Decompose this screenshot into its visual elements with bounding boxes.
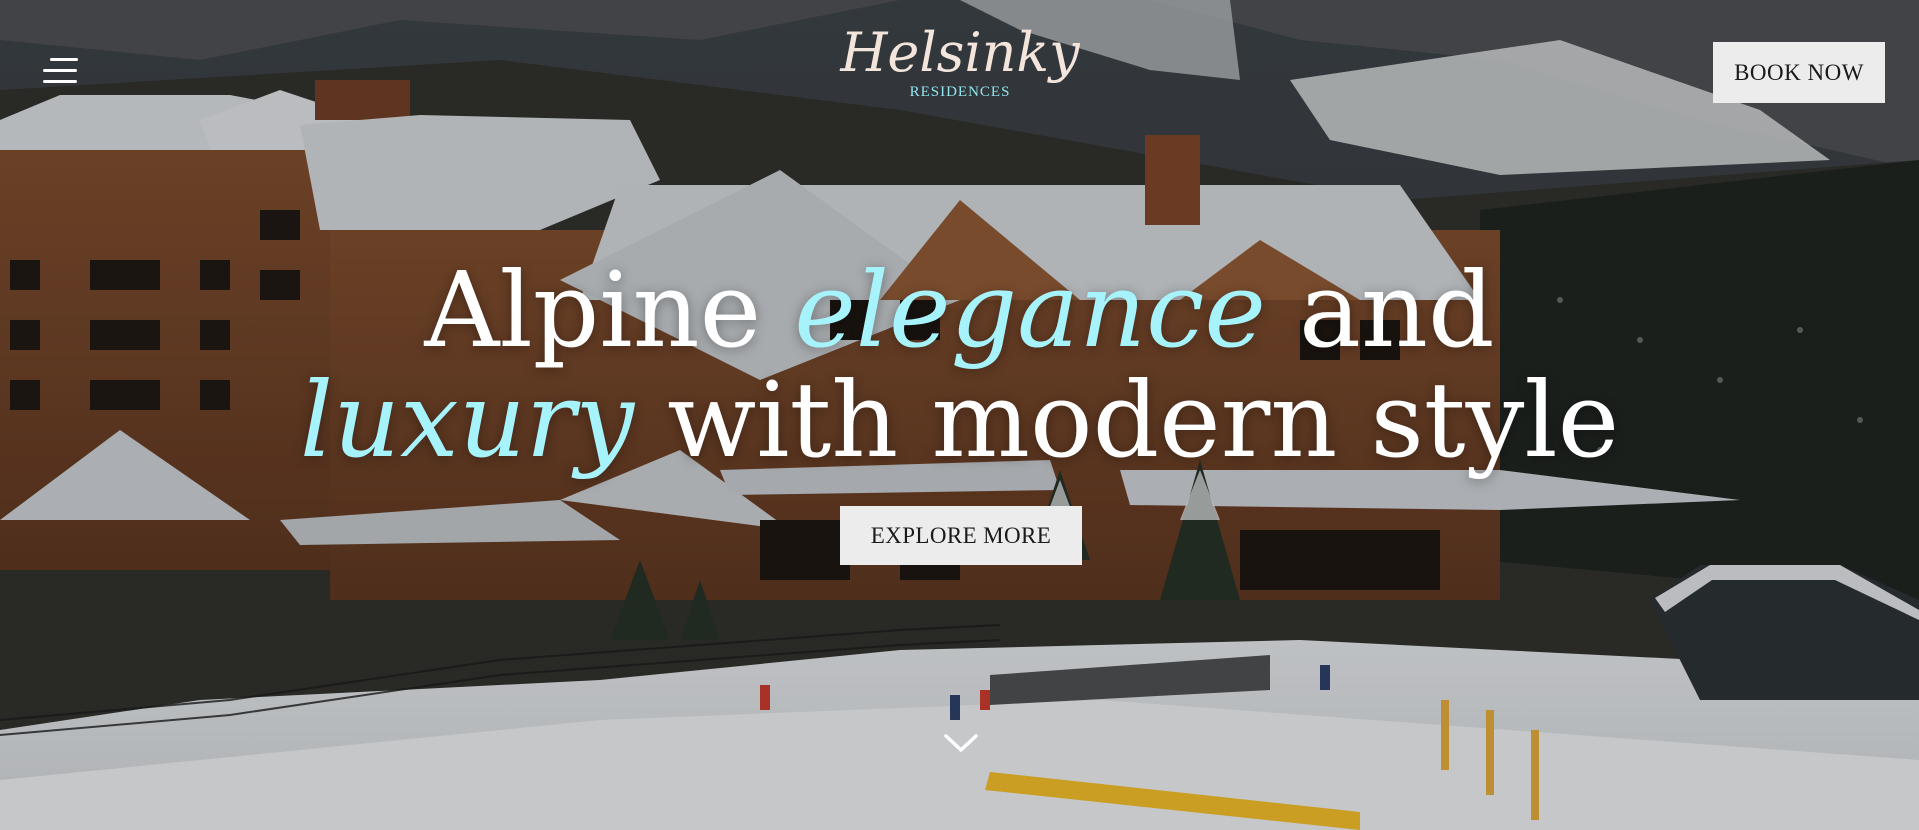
site-logo[interactable]: Helsinky RESIDENCES [810,22,1110,101]
hamburger-menu-icon[interactable] [40,54,78,88]
headline-line-2: luxury with modern style [0,365,1919,475]
headline-word-and: and [1299,249,1495,371]
hero-section: Helsinky RESIDENCES BOOK NOW Alpine eleg… [0,0,1919,830]
menu-bar-middle [43,69,77,72]
book-now-button[interactable]: BOOK NOW [1713,42,1885,103]
headline-rest: with modern style [667,359,1620,481]
headline-word-alpine: Alpine [424,249,762,371]
logo-wordmark: Helsinky [840,21,1080,84]
menu-bar-top [50,58,78,61]
chevron-down-icon[interactable] [942,728,980,758]
menu-bar-bottom [43,80,77,83]
headline-line-1: Alpine elegance and [0,255,1919,365]
logo-subtitle: RESIDENCES [909,84,1011,100]
explore-more-button[interactable]: EXPLORE MORE [840,506,1082,565]
hero-headline: Alpine elegance and luxury with modern s… [0,255,1919,475]
headline-accent-luxury: luxury [299,359,635,481]
headline-accent-elegance: elegance [794,249,1266,371]
